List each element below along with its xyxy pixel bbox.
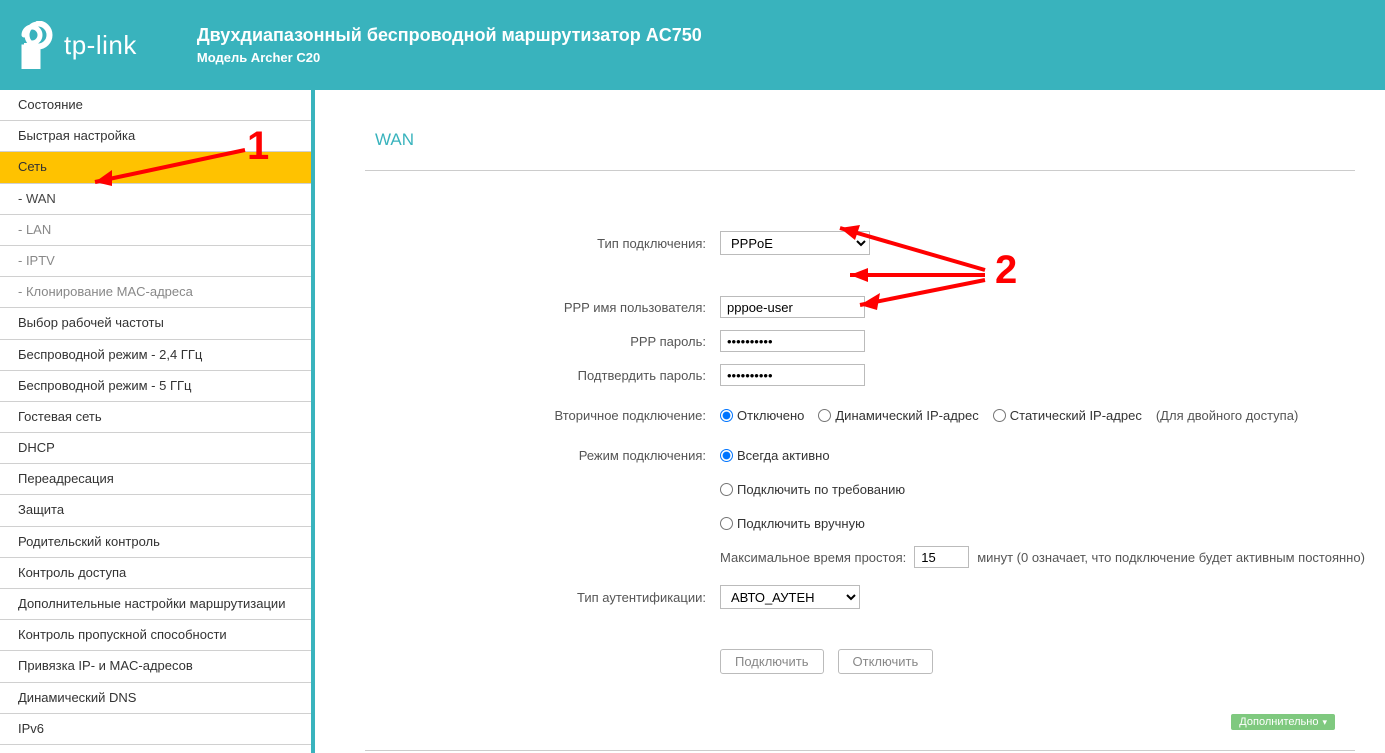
disconnect-button[interactable]: Отключить <box>838 649 934 674</box>
sidebar-item[interactable]: Контроль доступа <box>0 558 311 589</box>
sidebar-item[interactable]: Переадресация <box>0 464 311 495</box>
ppp-user-input[interactable] <box>720 296 865 318</box>
sidebar-item[interactable]: Родительский контроль <box>0 527 311 558</box>
ppp-pass2-input[interactable] <box>720 364 865 386</box>
idle-label: Максимальное время простоя: <box>720 550 906 565</box>
mode-demand-radio[interactable]: Подключить по требованию <box>720 482 905 497</box>
chevron-down-icon: ▾ <box>1322 717 1327 728</box>
product-model: Модель Archer C20 <box>197 50 702 65</box>
tplink-logo-icon <box>20 21 56 69</box>
ppp-pass-input[interactable] <box>720 330 865 352</box>
main-content: WAN Тип подключения: PPPoE PPP имя польз… <box>315 90 1385 753</box>
auth-label: Тип аутентификации: <box>365 590 720 605</box>
sidebar: СостояниеБыстрая настройкаСеть- WAN- LAN… <box>0 90 315 753</box>
sidebar-item[interactable]: IPv6 <box>0 714 311 745</box>
sidebar-item[interactable]: DHCP <box>0 433 311 464</box>
sidebar-item[interactable]: Контроль пропускной способности <box>0 620 311 651</box>
idle-input[interactable] <box>914 546 969 568</box>
secondary-dyn-radio[interactable]: Динамический IP-адрес <box>818 408 978 423</box>
brand-text: tp-link <box>64 30 137 61</box>
product-title: Двухдиапазонный беспроводной маршрутизат… <box>197 25 702 46</box>
secondary-note: (Для двойного доступа) <box>1156 408 1298 423</box>
divider <box>365 750 1355 751</box>
auth-select[interactable]: АВТО_АУТЕН <box>720 585 860 609</box>
idle-suffix: минут (0 означает, что подключение будет… <box>977 550 1365 565</box>
advanced-button[interactable]: Дополнительно ▾ <box>1231 714 1335 730</box>
header: tp-link Двухдиапазонный беспроводной мар… <box>0 0 1385 90</box>
secondary-stat-radio[interactable]: Статический IP-адрес <box>993 408 1142 423</box>
sidebar-item[interactable]: Беспроводной режим - 2,4 ГГц <box>0 340 311 371</box>
sidebar-item[interactable]: Привязка IP- и MAC-адресов <box>0 651 311 682</box>
brand-logo: tp-link <box>20 21 137 69</box>
header-titles: Двухдиапазонный беспроводной маршрутизат… <box>197 25 702 65</box>
sidebar-item[interactable]: Сеть <box>0 152 311 183</box>
sidebar-item[interactable]: Дополнительные настройки маршрутизации <box>0 589 311 620</box>
ppp-pass2-label: Подтвердить пароль: <box>365 368 720 383</box>
secondary-label: Вторичное подключение: <box>365 408 720 423</box>
sidebar-item[interactable]: - IPTV <box>0 246 311 277</box>
connection-type-select[interactable]: PPPoE <box>720 231 870 255</box>
ppp-user-label: PPP имя пользователя: <box>365 300 720 315</box>
mode-always-radio[interactable]: Всегда активно <box>720 448 830 463</box>
mode-manual-radio[interactable]: Подключить вручную <box>720 516 865 531</box>
page-title: WAN <box>365 130 1385 150</box>
sidebar-item[interactable]: Быстрая настройка <box>0 121 311 152</box>
sidebar-item[interactable]: - Клонирование MAC-адреса <box>0 277 311 308</box>
secondary-off-radio[interactable]: Отключено <box>720 408 804 423</box>
connect-button[interactable]: Подключить <box>720 649 824 674</box>
sidebar-item[interactable]: - LAN <box>0 215 311 246</box>
sidebar-item[interactable]: Динамический DNS <box>0 683 311 714</box>
sidebar-item[interactable]: Беспроводной режим - 5 ГГц <box>0 371 311 402</box>
sidebar-item[interactable]: Состояние <box>0 90 311 121</box>
sidebar-item[interactable]: Выбор рабочей частоты <box>0 308 311 339</box>
divider <box>365 170 1355 171</box>
mode-label: Режим подключения: <box>365 448 720 463</box>
sidebar-item[interactable]: - WAN <box>0 184 311 215</box>
sidebar-item[interactable]: Защита <box>0 495 311 526</box>
connection-type-label: Тип подключения: <box>365 236 720 251</box>
sidebar-item[interactable]: Гостевая сеть <box>0 402 311 433</box>
ppp-pass-label: PPP пароль: <box>365 334 720 349</box>
sidebar-item[interactable]: Системные инструменты <box>0 745 311 753</box>
